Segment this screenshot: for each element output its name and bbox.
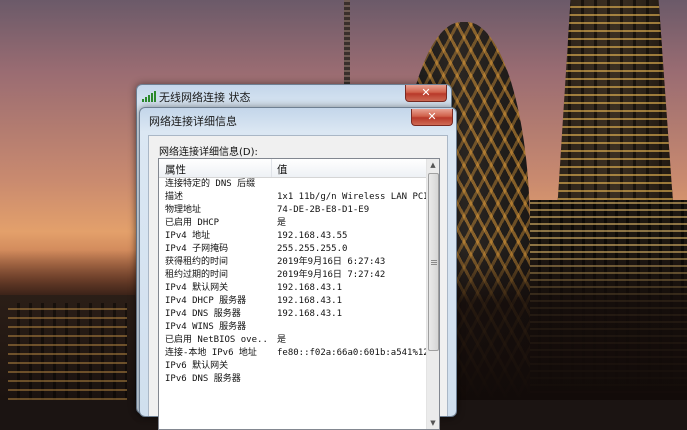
- table-row[interactable]: IPv6 默认网关: [159, 360, 427, 373]
- column-header-property[interactable]: 属性: [165, 162, 186, 177]
- wireless-signal-icon: [142, 91, 156, 102]
- row-property: 已启用 NetBIOS ove...: [165, 335, 269, 345]
- row-property: 连接特定的 DNS 后缀: [165, 179, 256, 189]
- wireless-status-title: 无线网络连接 状态: [159, 91, 251, 104]
- row-value: 2019年9月16日 7:27:42: [277, 270, 386, 280]
- network-details-titlebar[interactable]: 网络连接详细信息 ✕: [140, 108, 456, 131]
- row-property: IPv4 默认网关: [165, 283, 229, 293]
- scroll-down-arrow-icon[interactable]: ▼: [427, 417, 439, 429]
- listview-rows: 连接特定的 DNS 后缀 描述 1x1 11b/g/n Wireless LAN …: [159, 178, 429, 386]
- table-row[interactable]: IPv4 默认网关 192.168.43.1: [159, 282, 427, 295]
- table-row[interactable]: 连接-本地 IPv6 地址 fe80::f02a:66a0:601b:a541%1…: [159, 347, 429, 360]
- wireless-status-close-button[interactable]: ✕: [405, 85, 447, 102]
- row-property: IPv4 子网掩码: [165, 244, 229, 254]
- table-row[interactable]: IPv4 子网掩码 255.255.255.0: [159, 243, 427, 256]
- dialog-content-panel: 网络连接详细信息(D): 属性 值 连接特定的 DNS 后缀 描述 1x1 11b…: [148, 135, 448, 430]
- table-row[interactable]: 已启用 NetBIOS ove... 是: [159, 334, 427, 347]
- table-row[interactable]: 描述 1x1 11b/g/n Wireless LAN PCI E: [159, 191, 429, 204]
- table-row[interactable]: IPv6 DNS 服务器: [159, 373, 427, 386]
- table-row[interactable]: 物理地址 74-DE-2B-E8-D1-E9: [159, 204, 427, 217]
- table-row[interactable]: IPv4 WINS 服务器: [159, 321, 427, 334]
- network-details-dialog: 网络连接详细信息 ✕ 网络连接详细信息(D): 属性 值 连接特定的 DNS 后…: [139, 107, 457, 430]
- row-value: 192.168.43.1: [277, 283, 343, 293]
- table-row[interactable]: IPv4 地址 192.168.43.55: [159, 230, 427, 243]
- row-value: 1x1 11b/g/n Wireless LAN PCI E: [277, 192, 429, 202]
- listview-header: 属性 值: [159, 159, 427, 178]
- network-details-close-button[interactable]: ✕: [411, 109, 453, 126]
- row-property: 物理地址: [165, 205, 202, 215]
- row-property: IPv4 地址: [165, 231, 211, 241]
- row-property: IPv4 WINS 服务器: [165, 322, 247, 332]
- wallpaper-left-building: [0, 295, 135, 400]
- details-listview[interactable]: 属性 值 连接特定的 DNS 后缀 描述 1x1 11b/g/n Wireless…: [158, 158, 440, 430]
- column-header-divider[interactable]: [271, 159, 272, 177]
- row-property: IPv4 DHCP 服务器: [165, 296, 247, 306]
- wireless-status-titlebar[interactable]: 无线网络连接 状态 ✕: [137, 85, 451, 108]
- row-value: 是: [277, 218, 287, 228]
- row-property: IPv6 DNS 服务器: [165, 374, 241, 384]
- table-row[interactable]: IPv4 DHCP 服务器 192.168.43.1: [159, 295, 427, 308]
- row-property: 连接-本地 IPv6 地址: [165, 348, 257, 358]
- table-row[interactable]: 获得租约的时间 2019年9月16日 6:27:43: [159, 256, 427, 269]
- row-property: IPv6 默认网关: [165, 361, 229, 371]
- network-details-title: 网络连接详细信息: [149, 115, 237, 128]
- table-row[interactable]: 已启用 DHCP 是: [159, 217, 427, 230]
- row-property: 租约过期的时间: [165, 270, 229, 280]
- vertical-scrollbar[interactable]: ▲ ▼: [426, 159, 439, 429]
- details-section-label: 网络连接详细信息(D):: [159, 147, 258, 158]
- table-row[interactable]: IPv4 DNS 服务器 192.168.43.1: [159, 308, 427, 321]
- row-value: 255.255.255.0: [277, 244, 348, 254]
- row-value: 74-DE-2B-E8-D1-E9: [277, 205, 370, 215]
- row-value: 192.168.43.1: [277, 309, 343, 319]
- scroll-up-arrow-icon[interactable]: ▲: [427, 159, 439, 171]
- table-row[interactable]: 连接特定的 DNS 后缀: [159, 178, 427, 191]
- row-value: 192.168.43.1: [277, 296, 343, 306]
- scrollbar-grip-icon: [431, 260, 437, 265]
- table-row[interactable]: 租约过期的时间 2019年9月16日 7:27:42: [159, 269, 427, 282]
- row-property: 已启用 DHCP: [165, 218, 220, 228]
- row-value: fe80::f02a:66a0:601b:a541%12: [277, 348, 429, 358]
- scrollbar-thumb[interactable]: [428, 173, 439, 351]
- row-value: 是: [277, 335, 287, 345]
- row-property: IPv4 DNS 服务器: [165, 309, 241, 319]
- wallpaper-crane: [344, 0, 350, 85]
- column-header-value[interactable]: 值: [277, 162, 288, 177]
- row-property: 描述: [165, 192, 184, 202]
- row-property: 获得租约的时间: [165, 257, 229, 267]
- row-value: 192.168.43.55: [277, 231, 348, 241]
- row-value: 2019年9月16日 6:27:43: [277, 257, 386, 267]
